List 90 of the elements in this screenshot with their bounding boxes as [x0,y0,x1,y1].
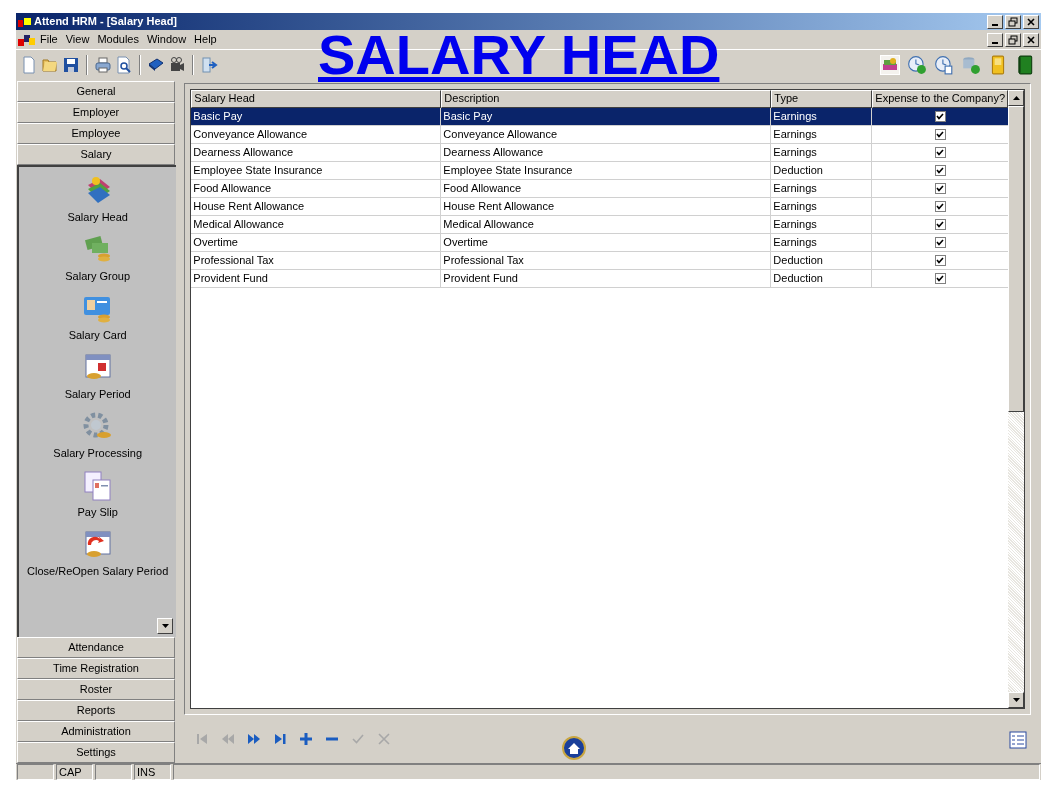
close-icon [1026,34,1036,45]
table-cell: Deduction [771,270,873,288]
column-header[interactable]: Type [771,90,873,108]
scroll-down-button[interactable] [157,618,174,634]
table-row[interactable]: Food Allowance Food Allowance Earnings [191,180,1008,198]
column-header[interactable]: Description [441,90,772,108]
checkbox[interactable] [934,129,946,140]
table-row[interactable]: Dearness Allowance Dearness Allowance Earnings [191,144,1008,162]
table-row[interactable]: Basic Pay Basic Pay Earnings [191,108,1008,126]
home-icon[interactable] [562,736,587,760]
print-preview-icon[interactable] [115,56,133,74]
list-view-icon[interactable] [1009,731,1027,749]
close-button[interactable] [1023,14,1039,29]
minimize-icon [992,23,998,26]
column-header[interactable]: Expense to the Company? [872,90,1008,108]
app-icon [18,15,32,28]
column-header[interactable]: Salary Head [191,90,442,108]
payslip-documents-icon[interactable] [81,470,114,502]
sidebar-section-button[interactable]: Reports [17,700,175,721]
checkbox[interactable] [934,219,946,230]
status-panel: INS [134,764,171,780]
sidebar-item-label[interactable]: Salary Card [68,327,127,344]
down-arrow-icon [1012,698,1020,702]
sidebar-section-button[interactable]: Settings [17,742,175,763]
sidebar-item-label[interactable]: Salary Period [64,386,131,403]
table-cell: Provident Fund [441,270,772,288]
last-record-icon[interactable] [272,731,289,747]
up-arrow-icon [1012,96,1020,100]
clock-document-icon[interactable] [934,55,954,75]
checkbox[interactable] [934,111,946,122]
down-arrow-icon [161,624,169,628]
checkbox[interactable] [934,201,946,212]
table-row[interactable]: Conveyance Allowance Conveyance Allowance Earnings [191,126,1008,144]
table-row[interactable]: Provident Fund Provident Fund Deduction [191,270,1008,288]
help-book-icon[interactable] [147,56,165,74]
menu-item[interactable]: Modules [93,31,143,48]
scroll-thumb[interactable] [1008,106,1024,412]
restore-button[interactable] [1005,32,1021,47]
exit-door-icon[interactable] [200,56,218,74]
sidebar-item-label[interactable]: Salary Group [65,268,131,285]
checkbox[interactable] [934,237,946,248]
menu-item[interactable]: File [36,31,62,48]
sidebar-item-label[interactable]: Close/ReOpen Salary Period [27,563,169,580]
restore-icon [1008,34,1018,45]
checkbox[interactable] [934,273,946,284]
table-row[interactable]: Overtime Overtime Earnings [191,234,1008,252]
close-button[interactable] [1023,32,1039,47]
table-row[interactable]: Professional Tax Professional Tax Deduction [191,252,1008,270]
menu-item[interactable]: Help [190,31,221,48]
overlay-heading: SALARY HEAD [318,25,720,85]
sidebar-section-button[interactable]: General [17,81,175,102]
window-title: Attend HRM - [Salary Head] [34,14,178,30]
sidebar-item-label[interactable]: Salary Head [67,209,128,226]
table-row[interactable]: House Rent Allowance House Rent Allowance Earnings [191,198,1008,216]
scroll-up-button[interactable] [1008,90,1024,106]
sidebar-section-button[interactable]: Time Registration [17,658,175,679]
menu-item[interactable]: View [61,31,94,48]
restore-button[interactable] [1005,14,1021,29]
table-row[interactable]: Employee State Insurance Employee State Insurance Deduction [191,162,1008,180]
app-menu-icon[interactable] [18,32,36,47]
save-icon[interactable] [62,56,80,74]
sidebar-section-button[interactable]: Attendance [17,637,175,658]
table-cell: Provident Fund [191,270,442,288]
vertical-scrollbar[interactable] [1008,90,1024,708]
clock-add-icon[interactable] [907,55,927,75]
sidebar-section-button[interactable]: Administration [17,721,175,742]
sidebar-section-button[interactable]: Employer [17,102,175,123]
checkbox[interactable] [934,255,946,266]
minimize-icon [992,41,998,44]
sidebar-item-label[interactable]: Salary Processing [53,445,142,462]
sidebar-section-button[interactable]: Salary [17,144,175,165]
video-camera-icon[interactable] [168,56,186,74]
checkbox[interactable] [934,183,946,194]
sidebar-item-label[interactable]: Pay Slip [77,504,118,521]
restore-icon [1008,16,1018,27]
book-icon[interactable] [1015,55,1035,75]
sidebar-section-button[interactable]: Roster [17,679,175,700]
plus-icon[interactable] [298,731,315,747]
print-icon[interactable] [94,56,112,74]
close-icon [1026,16,1036,27]
money-stack-icon[interactable] [880,55,900,75]
status-panel: CAP [56,764,93,780]
menu-item[interactable]: Window [142,31,191,48]
minimize-button[interactable] [987,32,1003,47]
checkbox[interactable] [934,147,946,158]
sidebar-section-button[interactable]: Employee [17,123,175,144]
minimize-button[interactable] [987,14,1003,29]
table-row[interactable]: Medical Allowance Medical Allowance Earnings [191,216,1008,234]
scroll-down-button[interactable] [1008,692,1024,708]
checkbox[interactable] [934,165,946,176]
